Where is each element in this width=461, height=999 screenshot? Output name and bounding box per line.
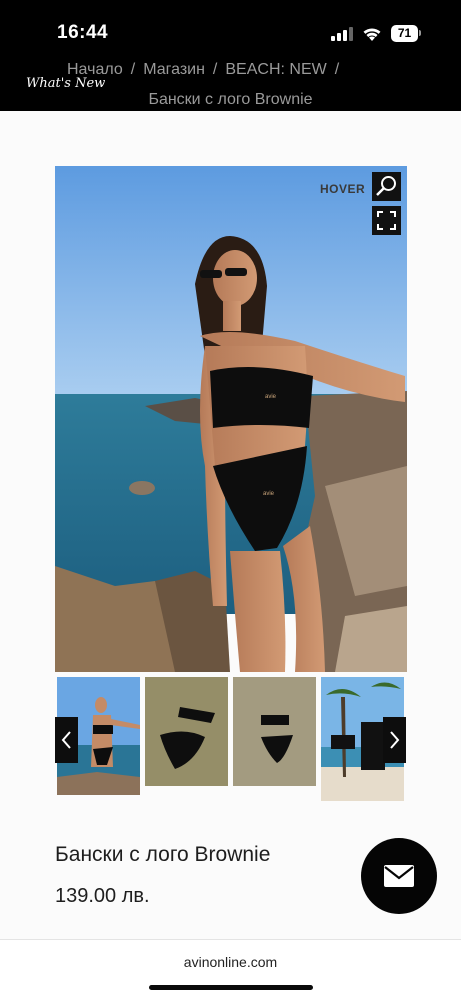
breadcrumb-current: Бански с лого Brownie (148, 91, 313, 108)
status-time: 16:44 (57, 22, 109, 43)
chevron-left-icon (61, 731, 71, 749)
product-title: Бански с лого Brownie (55, 843, 271, 866)
zoom-button[interactable] (372, 172, 401, 201)
expand-icon (377, 211, 396, 230)
contact-mail-button[interactable] (361, 838, 437, 914)
battery-level: 71 (391, 25, 418, 42)
svg-text:avie: avie (265, 394, 277, 400)
svg-text:avie: avie (263, 491, 275, 497)
wifi-icon (363, 28, 381, 41)
gallery-next-button[interactable] (383, 717, 406, 763)
battery-icon: 71 (391, 25, 421, 42)
envelope-icon (384, 865, 414, 887)
product-price: 139.00 лв. (55, 885, 150, 907)
brand-logo[interactable]: What's New (26, 76, 105, 91)
site-header: Начало / Магазин / BEACH: NEW / What's New Ба… (0, 56, 461, 111)
breadcrumb-category[interactable]: BEACH: NEW (225, 61, 326, 78)
home-indicator[interactable] (149, 985, 313, 990)
url-text: avinonline.com (183, 954, 278, 970)
magnifier-icon (376, 176, 396, 196)
thumbnail-2[interactable] (145, 677, 228, 786)
breadcrumb: Начало / Магазин / BEACH: NEW / (67, 61, 340, 78)
cellular-signal-icon (331, 27, 353, 41)
product-main-image[interactable]: avie avie (55, 166, 407, 672)
gallery-prev-button[interactable] (55, 717, 78, 763)
hover-label: HOVER (320, 182, 366, 196)
chevron-right-icon (390, 731, 400, 749)
fullscreen-button[interactable] (372, 206, 401, 235)
thumbnail-3[interactable] (233, 677, 316, 786)
browser-address-bar[interactable]: avinonline.com (0, 939, 461, 999)
breadcrumb-shop[interactable]: Магазин (143, 61, 205, 78)
status-bar: 16:44 71 (0, 0, 461, 56)
